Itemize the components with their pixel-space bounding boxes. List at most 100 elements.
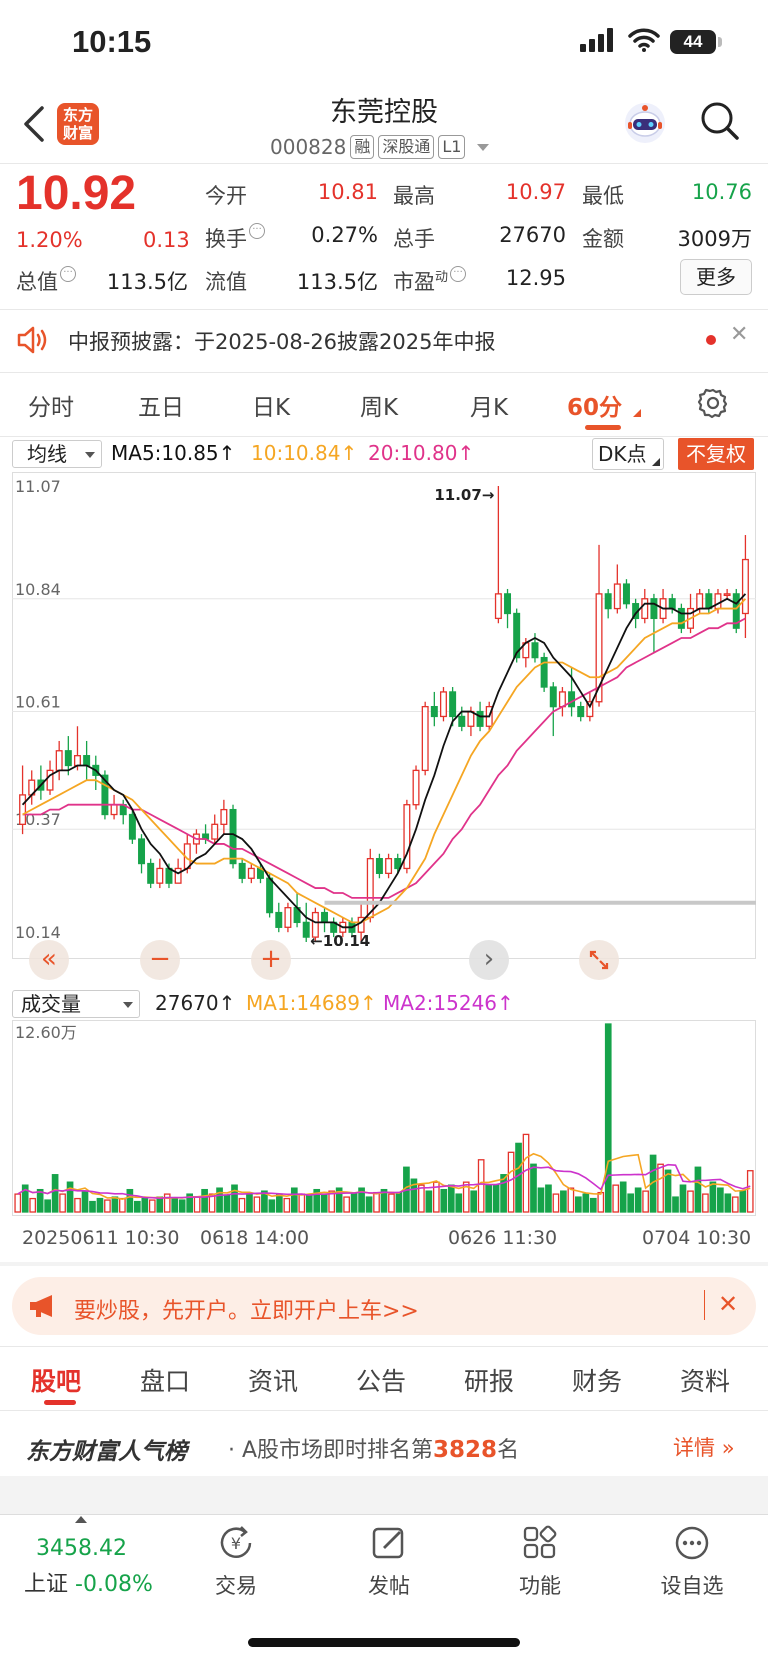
value-pe: 12.95: [505, 266, 566, 290]
zoom-in-button[interactable]: +: [251, 940, 291, 980]
volume-bar: [231, 1184, 238, 1213]
index-label[interactable]: 上证 -0.08%: [24, 1566, 153, 1598]
nav-features[interactable]: 功能: [490, 1524, 590, 1600]
volume-bar: [717, 1187, 724, 1213]
volume-bar: [283, 1197, 291, 1213]
tab-profile[interactable]: 资料: [680, 1362, 730, 1398]
tab-60min[interactable]: 60分: [567, 388, 622, 422]
tab-intraday[interactable]: 分时: [28, 388, 74, 422]
volume-bar: [201, 1188, 208, 1213]
candle-body: [650, 598, 658, 620]
volume-bar: [126, 1188, 134, 1213]
volume-bar: [216, 1187, 223, 1213]
label-market-cap[interactable]: 总值 ···: [16, 266, 76, 296]
candle-body: [174, 867, 182, 884]
popularity-ranking-brand: 东方财富人气榜: [26, 1439, 187, 1465]
index-value[interactable]: 3458.42: [36, 1536, 127, 1561]
tab-research[interactable]: 研报: [464, 1362, 514, 1398]
tab-forum[interactable]: 股吧: [31, 1362, 81, 1398]
tab-order-book[interactable]: 盘口: [140, 1362, 190, 1398]
info-dots-icon[interactable]: ···: [249, 223, 265, 239]
volume-select-label: 成交量: [21, 992, 81, 1016]
megaphone-icon: [30, 1295, 52, 1317]
banner-text[interactable]: 要炒股，先开户。立即开户上车>>: [74, 1293, 419, 1325]
grid-apps-icon: [523, 1525, 557, 1559]
candlestick-chart[interactable]: 11.0710.8410.6110.3710.1411.07→←10.14: [12, 472, 756, 987]
scroll-right-button[interactable]: ›: [469, 940, 509, 980]
volume-bar: [589, 1197, 597, 1213]
candle-body: [128, 813, 136, 840]
ma-select[interactable]: 均线: [12, 440, 102, 468]
dk-point-button[interactable]: DK点: [592, 438, 664, 470]
info-dots-icon[interactable]: ···: [60, 266, 76, 282]
volume-select[interactable]: 成交量: [12, 990, 140, 1018]
close-icon[interactable]: ✕: [718, 1290, 738, 1318]
volume-bar: [96, 1197, 104, 1213]
volume-bar: [642, 1190, 649, 1213]
search-icon[interactable]: [700, 101, 740, 141]
more-button[interactable]: 更多: [680, 259, 752, 295]
tab-announcements[interactable]: 公告: [356, 1362, 406, 1398]
tab-daily-k[interactable]: 日K: [252, 388, 290, 422]
chevron-down-icon[interactable]: [477, 143, 490, 151]
y-tick-label: 10.84: [15, 580, 61, 599]
label-pe[interactable]: 市盈动 ···: [393, 266, 467, 296]
close-icon[interactable]: ✕: [730, 322, 748, 347]
scroll-left-button[interactable]: «: [29, 940, 69, 980]
candle-body: [504, 593, 512, 615]
volume-bar: [470, 1190, 478, 1213]
tab-monthly-k[interactable]: 月K: [470, 388, 508, 422]
volume-bar: [14, 1193, 22, 1213]
volume-bar: [545, 1184, 552, 1213]
info-dots-icon[interactable]: ···: [450, 266, 467, 282]
value-volume: 27670: [499, 223, 566, 247]
ma20-legend: 20:10.80↑: [368, 441, 475, 465]
nav-trade-label: 交易: [215, 1574, 257, 1598]
candle-body: [375, 857, 383, 875]
label-pe-sup: 动: [435, 270, 449, 285]
label-open: 今开: [205, 184, 247, 208]
nav-post[interactable]: 发帖: [339, 1524, 439, 1600]
volume-bar: [388, 1193, 395, 1213]
adjustment-button[interactable]: 不复权: [678, 438, 754, 470]
popularity-ranking-text[interactable]: · A股市场即时排名第3828名: [228, 1432, 519, 1464]
volume-bar: [365, 1196, 373, 1213]
volume-bar: [657, 1163, 664, 1213]
volume-chart[interactable]: 12.60万: [12, 1020, 756, 1220]
label-amount: 金额: [582, 227, 624, 251]
ranking-detail-link[interactable]: 详情 »: [673, 1432, 735, 1462]
tab-five-day[interactable]: 五日: [138, 388, 184, 422]
label-low: 最低: [582, 184, 624, 208]
tab-weekly-k[interactable]: 周K: [360, 388, 398, 422]
ai-robot-icon[interactable]: [622, 100, 668, 146]
stock-subtitle[interactable]: 000828 融 深股通 L1: [270, 134, 490, 160]
svg-text:¥: ¥: [231, 1534, 241, 1553]
notice-text[interactable]: 中报预披露：于2025-08-26披露2025年中报: [68, 326, 495, 356]
gear-icon[interactable]: [697, 387, 729, 419]
candle-body: [211, 823, 219, 840]
candle-body: [467, 710, 475, 727]
nav-trade[interactable]: ¥ 交易: [186, 1524, 286, 1600]
expand-icon[interactable]: [579, 940, 619, 980]
tab-financials[interactable]: 财务: [572, 1362, 622, 1398]
candle-body: [577, 705, 585, 718]
rank-suffix: 名: [497, 1438, 520, 1463]
volume-bar: [507, 1151, 515, 1213]
zoom-out-button[interactable]: −: [140, 940, 180, 980]
volume-bar: [59, 1193, 66, 1213]
volume-bar: [276, 1193, 283, 1213]
volume-bar: [746, 1170, 754, 1213]
label-turnover[interactable]: 换手 ···: [205, 223, 265, 253]
volume-bar: [395, 1191, 403, 1213]
candle-body: [110, 804, 118, 816]
value-float-cap: 113.5亿: [296, 270, 378, 294]
speaker-icon: [17, 326, 47, 354]
candle-body: [531, 642, 539, 659]
volume-bar: [612, 1184, 620, 1213]
unread-dot: [706, 335, 716, 345]
volume-ma2: MA2:15246↑: [383, 991, 514, 1015]
candle-body: [723, 593, 731, 597]
volume-bar: [178, 1199, 186, 1213]
nav-watchlist[interactable]: 设自选: [642, 1524, 742, 1600]
tab-news[interactable]: 资讯: [248, 1362, 298, 1398]
